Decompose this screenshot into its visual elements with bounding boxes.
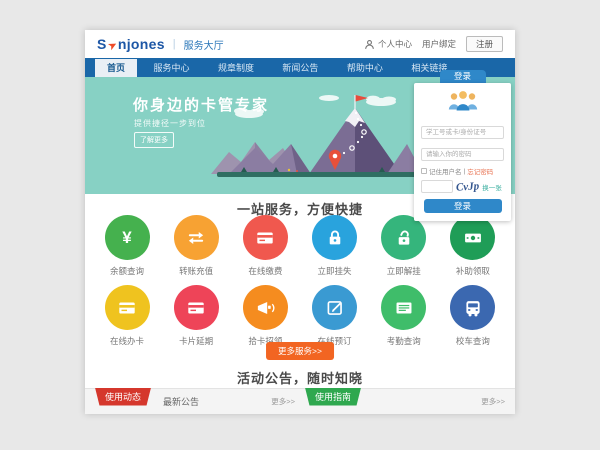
forgot-password-link[interactable]: 忘记密码 — [467, 166, 493, 176]
person-icon — [364, 39, 375, 50]
service-label: 校车查询 — [445, 335, 501, 347]
service-item-found-card[interactable]: 拾卡招领 — [237, 285, 293, 347]
portal-page: S ➤ njones | 服务大厅 个人中心 用户绑定 注册 首页 服务中心 规… — [85, 30, 515, 414]
password-input[interactable] — [421, 148, 504, 161]
announcements-section-title: 活动公告，随时知晓 — [85, 368, 515, 387]
card-icon — [243, 215, 288, 260]
service-label: 考勤查询 — [376, 335, 432, 347]
login-form: 记住用户名 | 忘记密码 CvJp 换一张 登录 — [414, 83, 511, 221]
login-submit-button[interactable]: 登录 — [424, 199, 502, 213]
card-icon — [105, 285, 150, 330]
transfer-icon — [174, 215, 219, 260]
user-binding-label: 用户绑定 — [422, 38, 456, 50]
list-icon — [381, 285, 426, 330]
register-button[interactable]: 注册 — [466, 36, 503, 52]
hero-subtitle: 提供捷径一步到位 — [134, 118, 206, 129]
lock-icon — [312, 215, 357, 260]
service-label: 卡片延期 — [168, 335, 224, 347]
nav-item-regulations[interactable]: 规章制度 — [206, 59, 266, 78]
login-tab[interactable]: 登录 — [440, 70, 486, 83]
remember-label: 记住用户名 — [429, 166, 462, 176]
username-input[interactable] — [421, 126, 504, 139]
bus-icon — [450, 285, 495, 330]
personal-center-label: 个人中心 — [378, 38, 412, 50]
top-bar: S ➤ njones | 服务大厅 个人中心 用户绑定 注册 — [85, 30, 515, 58]
captcha-input[interactable] — [421, 180, 453, 193]
service-item-cancel-loss[interactable]: 立即解挂 — [376, 215, 432, 277]
synjones-logo[interactable]: S ➤ njones — [97, 36, 165, 52]
unlock-icon — [381, 215, 426, 260]
product-name: 服务大厅 — [184, 37, 224, 52]
service-item-school-bus[interactable]: 校车查询 — [445, 285, 501, 347]
remember-separator: | — [464, 168, 466, 175]
yen-icon: ¥ — [105, 215, 150, 260]
logo-divider: | — [173, 38, 176, 50]
more-services-button[interactable]: 更多服务>> — [266, 342, 334, 360]
services-row-2: 在线办卡 卡片延期 拾卡招领 在线预订 考勤查询 — [99, 285, 501, 347]
service-item-apply-card[interactable]: 在线办卡 — [99, 285, 155, 347]
login-panel: 登录 记住用户名 | 忘记密码 — [414, 70, 511, 221]
desktop-background: S ➤ njones | 服务大厅 个人中心 用户绑定 注册 首页 服务中心 规… — [0, 0, 600, 450]
edit-icon — [312, 285, 357, 330]
top-bar-links: 个人中心 用户绑定 注册 — [364, 36, 503, 52]
service-label: 立即解挂 — [376, 265, 432, 277]
captcha-refresh-link[interactable]: 换一张 — [482, 182, 502, 192]
service-item-balance[interactable]: ¥ 余额查询 — [99, 215, 155, 277]
banknote-icon — [450, 215, 495, 260]
mountain-illustration — [211, 92, 423, 188]
announcements-strip: 使用动态 最新公告 更多>> 使用指南 更多>> — [85, 388, 515, 414]
nav-item-home[interactable]: 首页 — [95, 59, 137, 78]
news-box: 使用动态 最新公告 更多>> — [95, 389, 295, 414]
service-label: 转账充值 — [168, 265, 224, 277]
service-label: 补助领取 — [445, 265, 501, 277]
service-label: 立即挂失 — [307, 265, 363, 277]
nav-item-news[interactable]: 新闻公告 — [270, 59, 330, 78]
service-item-online-booking[interactable]: 在线预订 — [307, 285, 363, 347]
user-binding-link[interactable]: 用户绑定 — [422, 38, 456, 50]
tab-latest-notice[interactable]: 最新公告 — [163, 395, 199, 408]
service-item-subsidy[interactable]: 补助领取 — [445, 215, 501, 277]
service-label: 在线缴费 — [237, 265, 293, 277]
nav-item-help-center[interactable]: 帮助中心 — [335, 59, 395, 78]
remember-checkbox[interactable] — [421, 168, 427, 174]
service-label: 在线办卡 — [99, 335, 155, 347]
card-icon — [174, 285, 219, 330]
hero-learn-more-button[interactable]: 了解更多 — [134, 132, 174, 148]
service-item-online-payment[interactable]: 在线缴费 — [237, 215, 293, 277]
logo-text-suffix: njones — [118, 36, 165, 52]
captcha-image: CvJp — [456, 180, 480, 194]
personal-center-link[interactable]: 个人中心 — [364, 38, 412, 50]
logo-text-prefix: S — [97, 36, 107, 52]
service-label: 余额查询 — [99, 265, 155, 277]
news-more-link[interactable]: 更多>> — [271, 396, 295, 407]
tab-usage-dynamics[interactable]: 使用动态 — [95, 388, 151, 406]
service-item-transfer-recharge[interactable]: 转账充值 — [168, 215, 224, 277]
services-row-1: ¥ 余额查询 转账充值 在线缴费 立即挂失 立即解挂 — [99, 215, 501, 277]
service-item-report-loss[interactable]: 立即挂失 — [307, 215, 363, 277]
service-item-attendance[interactable]: 考勤查询 — [376, 285, 432, 347]
nav-item-service-center[interactable]: 服务中心 — [141, 59, 201, 78]
guide-more-link[interactable]: 更多>> — [481, 396, 505, 407]
service-item-card-renewal[interactable]: 卡片延期 — [168, 285, 224, 347]
guide-box: 使用指南 更多>> — [305, 389, 505, 414]
captcha-row: CvJp 换一张 — [421, 180, 504, 193]
remember-row: 记住用户名 | 忘记密码 — [421, 166, 504, 176]
tab-usage-guide[interactable]: 使用指南 — [305, 388, 361, 406]
megaphone-icon — [243, 285, 288, 330]
users-group-icon — [421, 89, 504, 116]
